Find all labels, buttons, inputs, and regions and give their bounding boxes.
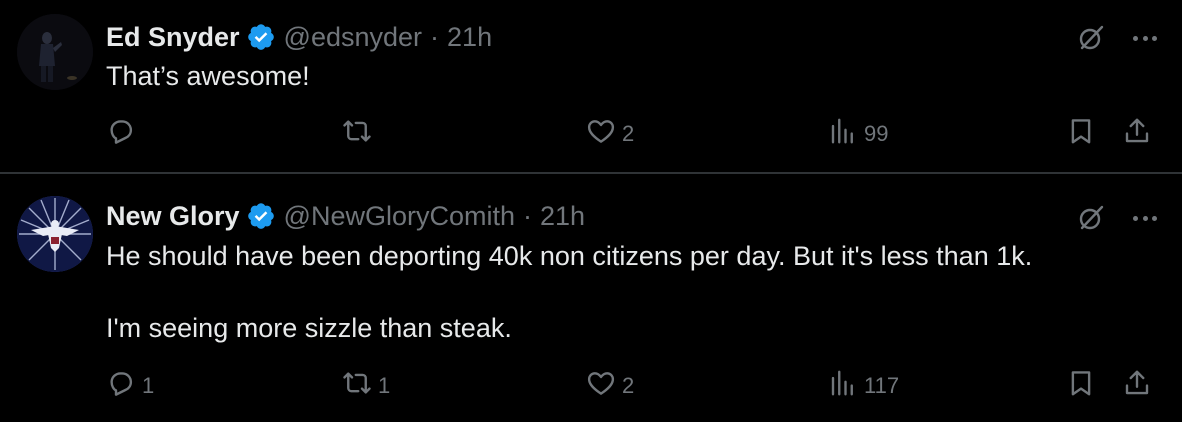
reply-icon xyxy=(106,368,136,404)
like-icon xyxy=(586,368,616,404)
like-count: 2 xyxy=(622,121,635,146)
timestamp[interactable]: 21h xyxy=(540,201,585,232)
grok-icon[interactable] xyxy=(1076,23,1106,53)
separator-dot: · xyxy=(523,200,532,231)
grok-icon[interactable] xyxy=(1076,203,1106,233)
tweet-actions: 2 99 xyxy=(106,116,1182,152)
share-icon xyxy=(1122,368,1152,404)
verified-badge-icon xyxy=(246,22,276,52)
tweet-text: That’s awesome! xyxy=(106,61,310,91)
retweet-icon xyxy=(342,116,372,152)
like-button[interactable]: 2 xyxy=(586,116,634,152)
author-name[interactable]: Ed Snyder xyxy=(106,22,240,53)
more-icon[interactable] xyxy=(1130,203,1160,233)
more-icon[interactable] xyxy=(1130,23,1160,53)
author-handle[interactable]: @NewGloryComith xyxy=(284,201,515,232)
share-button[interactable] xyxy=(1122,368,1152,404)
bookmark-icon xyxy=(1066,116,1096,152)
retweet-icon xyxy=(342,368,372,404)
bookmark-button[interactable] xyxy=(1066,368,1096,404)
reply-button[interactable]: 1 xyxy=(106,368,154,404)
retweet-count: 1 xyxy=(378,373,391,398)
view-count: 99 xyxy=(864,121,889,146)
tweet-actions: 1 1 2 117 xyxy=(106,368,1182,404)
avatar[interactable] xyxy=(17,14,93,90)
reply-count: 1 xyxy=(142,373,155,398)
reply-icon xyxy=(106,116,136,152)
share-icon xyxy=(1122,116,1152,152)
avatar[interactable] xyxy=(17,196,93,272)
bookmark-button[interactable] xyxy=(1066,116,1096,152)
share-button[interactable] xyxy=(1122,116,1152,152)
bookmark-icon xyxy=(1066,368,1096,404)
views-icon xyxy=(828,368,858,404)
retweet-button[interactable] xyxy=(342,116,378,152)
tweet-header: Ed Snyder @edsnyder · 21h xyxy=(106,19,492,55)
views-button[interactable]: 99 xyxy=(828,116,888,152)
like-count: 2 xyxy=(622,373,635,398)
like-button[interactable]: 2 xyxy=(586,368,634,404)
author-name[interactable]: New Glory xyxy=(106,201,240,232)
separator-dot: · xyxy=(430,21,440,52)
reply-button[interactable] xyxy=(106,116,142,152)
views-icon xyxy=(828,116,858,152)
tweet[interactable]: Ed Snyder @edsnyder · 21h That’s awesome… xyxy=(0,0,1182,172)
views-button[interactable]: 117 xyxy=(828,368,899,404)
like-icon xyxy=(586,116,616,152)
verified-badge-icon xyxy=(246,201,276,231)
tweet-header: New Glory @NewGloryComith · 21h xyxy=(106,198,585,234)
timeline: Ed Snyder @edsnyder · 21h That’s awesome… xyxy=(0,0,1182,422)
timestamp[interactable]: 21h xyxy=(447,22,492,53)
view-count: 117 xyxy=(864,373,900,398)
tweet[interactable]: New Glory @NewGloryComith · 21h He shoul… xyxy=(0,174,1182,422)
retweet-button[interactable]: 1 xyxy=(342,368,390,404)
tweet-text: He should have been deporting 40k non ci… xyxy=(106,241,1033,343)
author-handle[interactable]: @edsnyder xyxy=(284,22,422,53)
